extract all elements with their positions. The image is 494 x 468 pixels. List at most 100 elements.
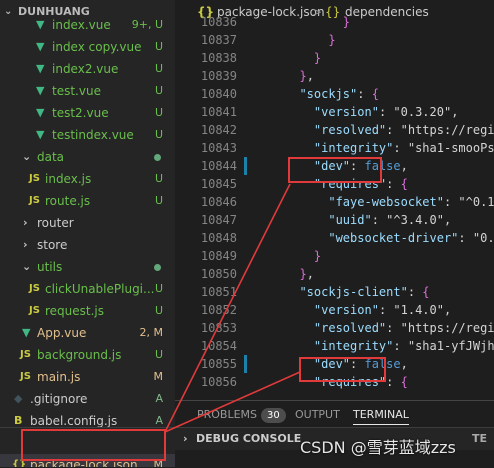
line-number: 10855 — [200, 357, 237, 371]
git-status: U — [154, 304, 163, 317]
file-item[interactable]: ▼ index copy.vue U — [0, 36, 175, 58]
line-number: 10850 — [200, 267, 237, 281]
highlight-box-file — [21, 429, 166, 461]
explorer-sidebar: ⌄ DUNHUANG ▼ index.vue 9+, U ▼ index cop… — [0, 0, 175, 467]
folder-item-data[interactable]: ⌄ data — [0, 146, 175, 168]
git-status: 2, M — [139, 326, 163, 339]
file-label: App.vue — [37, 326, 87, 340]
file-item[interactable]: JS background.js U — [0, 344, 175, 366]
file-item[interactable]: ▼ test.vue U — [0, 80, 175, 102]
tab-label: OUTPUT — [295, 408, 340, 421]
file-item[interactable]: ▼ test2.vue U — [0, 102, 175, 124]
folder-item-router[interactable]: › router — [0, 212, 175, 234]
code-editor[interactable]: {} package-lock.json > {} dependencies 1… — [175, 0, 494, 400]
modified-dot-icon — [154, 154, 161, 161]
file-label: background.js — [37, 348, 122, 362]
file-label: .gitignore — [30, 392, 88, 406]
js-file-icon: JS — [29, 283, 40, 294]
js-file-icon: JS — [20, 371, 31, 382]
debug-console-label: DEBUG CONSOLE — [196, 432, 302, 445]
code-line[interactable]: } — [285, 49, 321, 67]
line-number: 10838 — [200, 51, 237, 65]
file-label: index copy.vue — [52, 40, 142, 54]
file-label: testindex.vue — [52, 128, 134, 142]
highlight-box-dev-1 — [288, 157, 382, 183]
js-file-icon: JS — [20, 349, 31, 360]
change-marker — [244, 355, 247, 373]
file-label: test2.vue — [52, 106, 109, 120]
folder-item-utils[interactable]: ⌄ utils — [0, 256, 175, 278]
git-status: U — [154, 194, 163, 207]
folder-label: router — [37, 216, 74, 230]
file-item[interactable]: JS main.js M — [0, 366, 175, 388]
code-line[interactable]: "integrity": "sha1-smooPsV: — [285, 139, 494, 157]
code-line[interactable]: "sockjs-client": { — [285, 283, 429, 301]
git-status: 9+, U — [131, 18, 163, 31]
code-line[interactable]: "websocket-driver": "0.6 — [285, 229, 494, 247]
git-status: A — [155, 392, 163, 405]
code-line[interactable]: "version": "1.4.0", — [285, 301, 451, 319]
code-line[interactable]: "faye-websocket": "^0.10 — [285, 193, 494, 211]
code-line[interactable]: "version": "0.3.20", — [285, 103, 459, 121]
problems-badge: 30 — [261, 408, 286, 423]
code-line[interactable]: "uuid": "^3.4.0", — [285, 211, 451, 229]
folder-item-store[interactable]: › store — [0, 234, 175, 256]
folder-label: utils — [37, 260, 63, 274]
code-line[interactable]: "sockjs": { — [285, 85, 379, 103]
file-item[interactable]: ◆ .gitignore A — [0, 388, 175, 410]
chevron-right-icon: › — [183, 432, 188, 445]
code-line[interactable]: } — [285, 247, 321, 265]
vue-file-icon: ▼ — [36, 106, 45, 119]
line-number: 10856 — [200, 375, 237, 389]
file-label: index.vue — [52, 18, 111, 32]
file-label: request.js — [45, 304, 105, 318]
line-number: 10843 — [200, 141, 237, 155]
chevron-down-icon: ⌄ — [22, 150, 32, 163]
watermark: CSDN @雪芽蓝域zzs — [300, 438, 456, 457]
breadcrumb-node[interactable]: dependencies — [345, 0, 429, 24]
file-label: main.js — [37, 370, 81, 384]
js-file-icon: JS — [29, 173, 40, 184]
tab-terminal[interactable]: TERMINAL — [353, 401, 409, 428]
tab-problems[interactable]: PROBLEMS 30 — [197, 401, 286, 428]
line-number: 10852 — [200, 303, 237, 317]
file-item[interactable]: JS route.js U — [0, 190, 175, 212]
file-item[interactable]: JS request.js U — [0, 300, 175, 322]
code-line[interactable]: "integrity": "sha1-yfJWjhn1 — [285, 337, 494, 355]
line-number: 10841 — [200, 105, 237, 119]
git-status: U — [154, 172, 163, 185]
line-number: 10848 — [200, 231, 237, 245]
js-file-icon: JS — [29, 305, 40, 316]
tab-label: PROBLEMS — [197, 408, 258, 421]
file-item[interactable]: ▼ App.vue 2, M — [0, 322, 175, 344]
code-line[interactable]: }, — [285, 265, 313, 283]
line-number: 10853 — [200, 321, 237, 335]
code-line[interactable]: } — [285, 13, 350, 31]
file-label: test.vue — [52, 84, 101, 98]
chevron-right-icon: › — [23, 238, 28, 251]
highlight-box-dev-2 — [299, 357, 386, 382]
tab-output[interactable]: OUTPUT — [295, 401, 340, 428]
folder-label: data — [37, 150, 65, 164]
file-item[interactable]: ▼ testindex.vue U — [0, 124, 175, 146]
code-line[interactable]: "resolved": "https://regist — [285, 319, 494, 337]
chevron-down-icon: ⌄ — [22, 260, 32, 273]
file-label: index2.vue — [52, 62, 119, 76]
line-number: 10836 — [200, 15, 237, 29]
chevron-right-icon: › — [23, 216, 28, 229]
line-number: 10847 — [200, 213, 237, 227]
code-line[interactable]: } — [285, 31, 335, 49]
vue-file-icon: ▼ — [36, 84, 45, 97]
code-line[interactable]: "resolved": "https://regist — [285, 121, 494, 139]
git-status: U — [154, 282, 163, 295]
file-item[interactable]: ▼ index2.vue U — [0, 58, 175, 80]
code-line[interactable]: }, — [285, 67, 313, 85]
file-item[interactable]: ▼ index.vue 9+, U — [0, 14, 175, 36]
file-item[interactable]: JS index.js U — [0, 168, 175, 190]
line-number: 10846 — [200, 195, 237, 209]
file-item[interactable]: JS clickUnablePlugi... U — [0, 278, 175, 300]
vue-file-icon: ▼ — [36, 40, 45, 53]
git-status: U — [154, 84, 163, 97]
line-number: 10844 — [200, 159, 237, 173]
file-label: route.js — [45, 194, 91, 208]
